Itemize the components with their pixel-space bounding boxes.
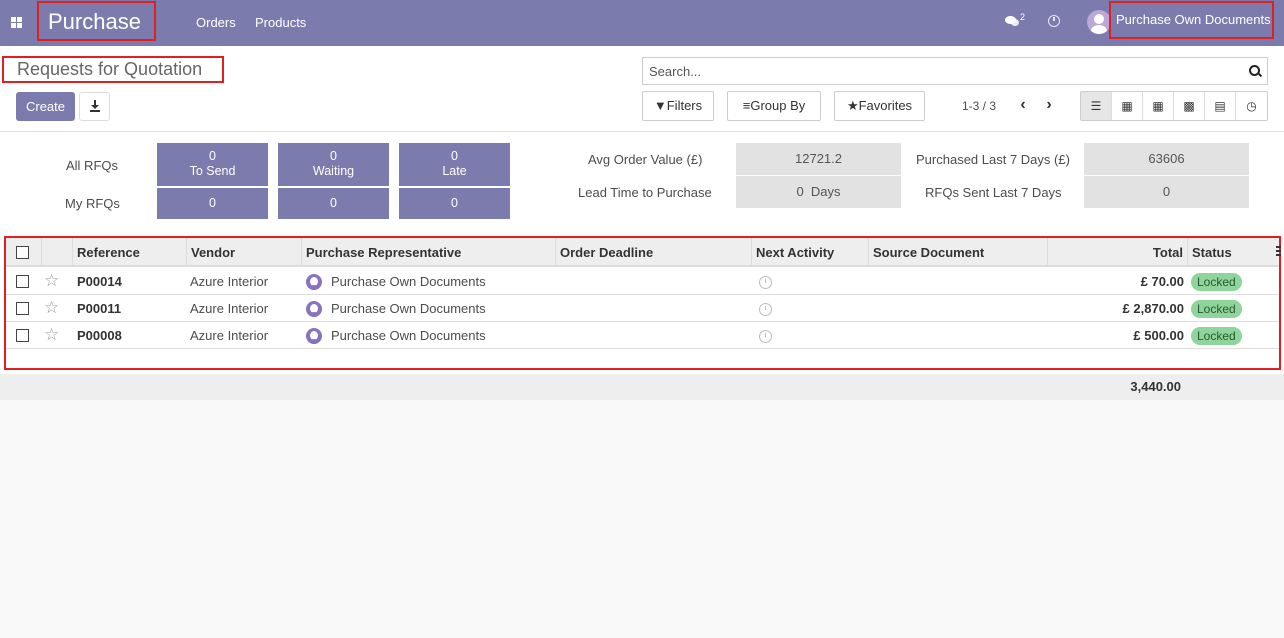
- cell-representative: Purchase Own Documents: [331, 274, 486, 289]
- header-select-cell: [6, 238, 42, 267]
- my-rfqs-label: My RFQs: [65, 196, 120, 211]
- status-badge: Locked: [1191, 300, 1242, 318]
- my-waiting-tile[interactable]: 0: [278, 188, 389, 219]
- rfqs-sent-value: 0: [1084, 176, 1249, 208]
- cell-total: £ 2,870.00: [1122, 301, 1184, 316]
- header-order-deadline[interactable]: Order Deadline: [556, 238, 752, 267]
- pivot-view-icon[interactable]: ▦: [1143, 92, 1174, 120]
- cell-representative: Purchase Own Documents: [331, 301, 486, 316]
- priority-star-icon[interactable]: ☆: [44, 326, 59, 343]
- select-all-checkbox[interactable]: [16, 246, 29, 259]
- activity-clock-icon[interactable]: [759, 303, 772, 316]
- avg-order-value: 12721.2: [736, 143, 901, 175]
- header-status[interactable]: Status: [1188, 238, 1279, 267]
- priority-star-icon[interactable]: ☆: [44, 272, 59, 289]
- filters-button[interactable]: ▼Filters: [642, 91, 714, 121]
- menu-orders[interactable]: Orders: [196, 15, 236, 30]
- priority-star-icon[interactable]: ☆: [44, 299, 59, 316]
- row-checkbox[interactable]: [16, 329, 29, 342]
- messages-icon[interactable]: 2: [1005, 12, 1026, 30]
- search-icon[interactable]: [1249, 65, 1260, 76]
- representative-avatar: [306, 301, 322, 317]
- all-rfqs-label: All RFQs: [66, 158, 118, 173]
- view-switcher: ☰ ▦ ▦ ▩ ▤ ◷: [1080, 91, 1268, 121]
- rfqs-sent-label: RFQs Sent Last 7 Days: [925, 185, 1062, 200]
- optional-columns-icon[interactable]: [1276, 246, 1281, 258]
- header-reference[interactable]: Reference: [73, 238, 187, 267]
- avg-order-label: Avg Order Value (£): [588, 152, 703, 167]
- status-badge: Locked: [1191, 327, 1242, 345]
- search-input[interactable]: [643, 58, 1223, 84]
- purchased-value: 63606: [1084, 143, 1249, 175]
- create-button[interactable]: Create: [16, 92, 75, 121]
- download-icon: [90, 100, 100, 112]
- cell-vendor: Azure Interior: [190, 328, 269, 343]
- filter-icon: ▼: [653, 98, 667, 113]
- user-menu[interactable]: Purchase Own Documents: [1109, 1, 1274, 39]
- pager-value[interactable]: 1-3 / 3: [962, 99, 996, 113]
- tile-to-send[interactable]: 0 To Send: [157, 143, 268, 186]
- cell-vendor: Azure Interior: [190, 301, 269, 316]
- table-footer: 3,440.00: [0, 374, 1284, 400]
- graph-view-icon[interactable]: ▩: [1174, 92, 1205, 120]
- lead-time-value: 0 Days: [736, 176, 901, 208]
- menu-products[interactable]: Products: [255, 15, 306, 30]
- activity-clock-icon[interactable]: [759, 330, 772, 343]
- rfq-table: Reference Vendor Purchase Representative…: [4, 236, 1281, 370]
- table-row[interactable]: ☆ P00008 Azure Interior Purchase Own Doc…: [6, 322, 1279, 349]
- cell-reference: P00014: [77, 274, 122, 289]
- cell-vendor: Azure Interior: [190, 274, 269, 289]
- header-source-document[interactable]: Source Document: [869, 238, 1048, 267]
- cell-reference: P00011: [77, 301, 122, 316]
- table-row[interactable]: ☆ P00014 Azure Interior Purchase Own Doc…: [6, 268, 1279, 295]
- representative-avatar: [306, 328, 322, 344]
- purchased-label: Purchased Last 7 Days (£): [916, 152, 1070, 167]
- header-star-cell: [42, 238, 73, 267]
- representative-avatar: [306, 274, 322, 290]
- status-badge: Locked: [1191, 273, 1242, 291]
- app-brand[interactable]: Purchase: [37, 1, 156, 41]
- table-header: Reference Vendor Purchase Representative…: [6, 238, 1281, 267]
- kanban-view-icon[interactable]: ▦: [1112, 92, 1143, 120]
- lead-time-label: Lead Time to Purchase: [578, 185, 712, 200]
- row-checkbox[interactable]: [16, 275, 29, 288]
- header-vendor[interactable]: Vendor: [187, 238, 302, 267]
- my-late-tile[interactable]: 0: [399, 188, 510, 219]
- activity-view-icon[interactable]: ◷: [1236, 92, 1267, 120]
- messages-count: 2: [1020, 12, 1026, 22]
- search-bar: [642, 57, 1268, 85]
- cell-total: £ 70.00: [1140, 274, 1184, 289]
- activity-clock-icon[interactable]: [759, 276, 772, 289]
- table-row[interactable]: ☆ P00011 Azure Interior Purchase Own Doc…: [6, 295, 1279, 322]
- cell-representative: Purchase Own Documents: [331, 328, 486, 343]
- header-next-activity[interactable]: Next Activity: [752, 238, 869, 267]
- group-by-button[interactable]: ≡Group By: [727, 91, 821, 121]
- sum-total: 3,440.00: [1130, 379, 1181, 394]
- cell-total: £ 500.00: [1133, 328, 1184, 343]
- cell-reference: P00008: [77, 328, 122, 343]
- star-icon: ★: [846, 98, 859, 113]
- activity-clock-icon[interactable]: [1048, 15, 1060, 27]
- divider: [0, 131, 1284, 132]
- pager-next-icon[interactable]: ›: [1041, 96, 1057, 114]
- my-to-send-tile[interactable]: 0: [157, 188, 268, 219]
- row-checkbox[interactable]: [16, 302, 29, 315]
- tile-waiting[interactable]: 0 Waiting: [278, 143, 389, 186]
- user-avatar[interactable]: [1087, 10, 1111, 34]
- top-navbar: Purchase Orders Products 2 Purchase Own …: [0, 0, 1284, 46]
- list-view-icon[interactable]: ☰: [1081, 92, 1112, 120]
- apps-menu-icon[interactable]: [11, 17, 22, 28]
- header-representative[interactable]: Purchase Representative: [302, 238, 556, 267]
- calendar-view-icon[interactable]: ▤: [1205, 92, 1236, 120]
- download-button[interactable]: [79, 92, 110, 121]
- breadcrumb: Requests for Quotation: [2, 56, 224, 83]
- header-total[interactable]: Total: [1048, 238, 1188, 267]
- empty-area: [0, 400, 1284, 638]
- tile-late[interactable]: 0 Late: [399, 143, 510, 186]
- pager-previous-icon[interactable]: ‹: [1015, 96, 1031, 114]
- favorites-button[interactable]: ★Favorites: [834, 91, 925, 121]
